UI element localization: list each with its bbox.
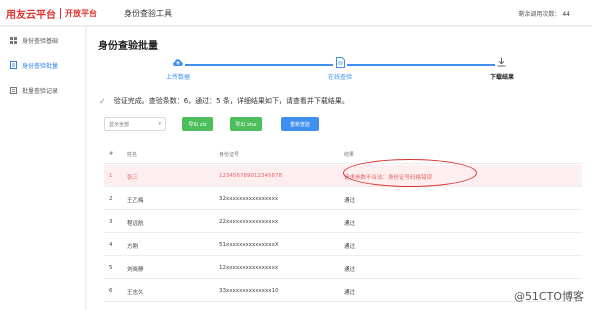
row-name: 张三 <box>127 175 139 181</box>
row-index: 3 <box>109 219 113 225</box>
row-id-number: 12xxxxxxxxxxxxxxxx <box>219 265 279 271</box>
open-platform-label: 开放平台 <box>65 8 97 18</box>
row-id-number: 123456789012345678 <box>219 173 282 179</box>
step-connector-1 <box>185 64 333 66</box>
sidebar-item-basic-check[interactable]: 身份查验基础 <box>0 30 86 50</box>
row-id-number: 33xxxxxxxxxxxxxx10 <box>219 288 279 294</box>
row-id-number: 22xxxxxxxxxxxxxxxx <box>219 219 279 225</box>
brand-name: 用友云平台 <box>6 9 56 21</box>
row-name: 程远航 <box>127 221 144 227</box>
cloud-upload-icon <box>173 59 183 66</box>
sidebar: 身份查验基础 身份查验批量 批量查验记录 <box>0 27 86 310</box>
step-label-online-check: 在线查验 <box>327 74 352 81</box>
column-header-name: 姓名 <box>127 152 138 158</box>
step-label-upload: 上传数据 <box>165 74 190 81</box>
table-row[interactable]: 4 方刚 51xxxxxxxxxxxxxxxX 通过 <box>104 234 582 256</box>
logo-divider <box>60 7 61 19</box>
list-icon <box>10 86 17 94</box>
sidebar-item-batch-check[interactable]: 身份查验批量 <box>0 55 86 75</box>
table-row[interactable]: 1 张三 123456789012345678 请求参数不合法：身份证号码格错误 <box>104 165 582 187</box>
row-id-number: 51xxxxxxxxxxxxxxxX <box>219 242 279 248</box>
grid-icon <box>10 36 17 44</box>
row-index: 1 <box>109 173 113 179</box>
row-index: 6 <box>109 288 113 294</box>
row-index: 5 <box>109 265 113 271</box>
filter-select-value: 显示全部 <box>109 122 130 128</box>
download-icon <box>497 57 506 67</box>
error-highlight-annotation <box>343 159 477 187</box>
table-row[interactable]: 2 王乙梅 32xxxxxxxxxxxxxxxx 通过 <box>104 188 582 210</box>
row-name: 王乙梅 <box>127 198 144 204</box>
row-name: 刘晓静 <box>127 267 144 273</box>
table-row[interactable]: 6 王志久 33xxxxxxxxxxxxxx10 通过 <box>104 280 582 302</box>
sidebar-item-batch-records[interactable]: 批量查验记录 <box>0 80 86 100</box>
top-bar: 用友云平台 开放平台 身份查验工具 剩余调用次数： 44 <box>0 0 592 26</box>
row-index: 2 <box>109 196 113 202</box>
table-header: # 姓名 身份证号 结果 <box>104 144 582 164</box>
column-header-index: # <box>109 151 114 157</box>
export-xlsx-button[interactable]: 导出 xlsx <box>230 117 262 131</box>
row-id-number: 32xxxxxxxxxxxxxxxx <box>219 196 279 202</box>
check-icon: ✓ <box>99 96 106 106</box>
row-name: 方刚 <box>127 244 139 250</box>
table-row[interactable]: 3 程远航 22xxxxxxxxxxxxxxxx 通过 <box>104 211 582 233</box>
column-header-id-number: 身份证号 <box>219 152 240 158</box>
document-icon <box>10 61 17 69</box>
sidebar-item-label: 身份查验批量 <box>22 62 59 70</box>
main-panel: 身份查验批量 上传数据 在线查验 下载结果 ✓ 验证完成。查验条数：6，通过：5… <box>87 27 592 310</box>
tool-title: 身份查验工具 <box>124 9 172 18</box>
table-row[interactable]: 5 刘晓静 12xxxxxxxxxxxxxxxx 通过 <box>104 257 582 279</box>
step-label-download: 下载结果 <box>489 74 514 81</box>
step-connector-2 <box>347 64 495 66</box>
file-icon <box>336 57 345 68</box>
sidebar-item-label: 身份查验基础 <box>22 37 59 45</box>
recheck-button[interactable]: 重新查验 <box>281 117 319 131</box>
remaining-calls-label: 剩余调用次数： <box>518 11 561 18</box>
row-result: 通过 <box>344 221 356 227</box>
page-title: 身份查验批量 <box>98 41 158 52</box>
row-index: 4 <box>109 242 113 248</box>
export-xls-button[interactable]: 导出 xls <box>182 117 213 131</box>
watermark: @51CTO博客 <box>513 290 584 303</box>
row-name: 王志久 <box>127 290 144 296</box>
result-notice: ✓ 验证完成。查验条数：6，通过：5 条，详细结果如下，请查看并下载结果。 <box>99 96 349 106</box>
logo[interactable]: 用友云平台 开放平台 <box>6 5 97 21</box>
filter-select[interactable]: 显示全部 ▾ <box>104 117 166 131</box>
chevron-down-icon: ▾ <box>158 121 161 127</box>
remaining-calls-count: 44 <box>562 11 570 18</box>
row-result: 通过 <box>344 198 356 204</box>
column-header-result: 结果 <box>344 152 355 158</box>
row-result: 通过 <box>344 290 356 296</box>
row-result: 通过 <box>344 244 356 250</box>
remaining-calls: 剩余调用次数： 44 <box>518 9 570 18</box>
row-result: 通过 <box>344 267 356 273</box>
sidebar-item-label: 批量查验记录 <box>22 87 59 95</box>
result-notice-text: 验证完成。查验条数：6，通过：5 条，详细结果如下，请查看并下载结果。 <box>113 97 349 105</box>
